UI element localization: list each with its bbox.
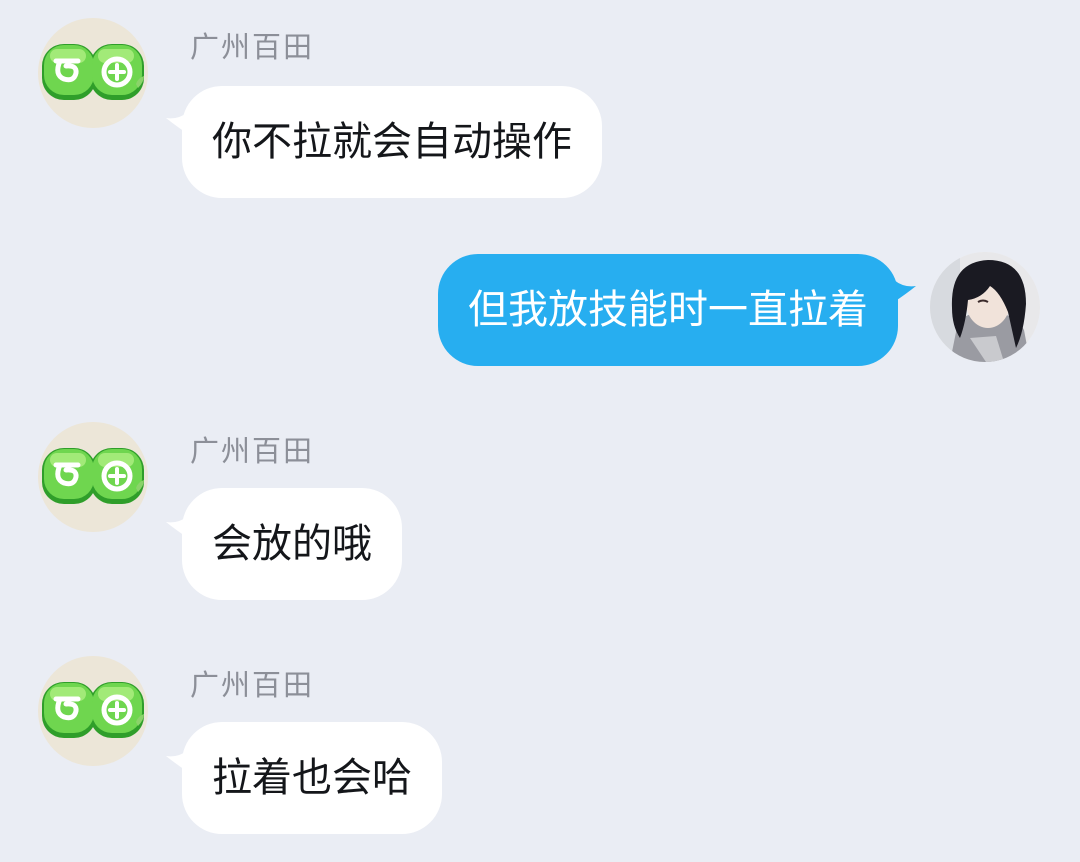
baitian-logo-icon[interactable] <box>38 18 148 128</box>
message-bubble[interactable]: 拉着也会哈 <box>182 722 442 834</box>
bubble-tail <box>894 280 916 302</box>
message-bubble[interactable]: 但我放技能时一直拉着 <box>438 254 898 366</box>
message-bubble[interactable]: 你不拉就会自动操作 <box>182 86 602 198</box>
message-incoming: 广州百田 你不拉就会自动操作 <box>0 0 1080 210</box>
baitian-logo-icon[interactable] <box>38 422 148 532</box>
message-bubble[interactable]: 会放的哦 <box>182 488 402 600</box>
message-outgoing: 但我放技能时一直拉着 <box>0 240 1080 380</box>
message-incoming: 广州百田 会放的哦 <box>0 404 1080 614</box>
message-incoming: 广州百田 拉着也会哈 <box>0 640 1080 850</box>
sender-name: 广州百田 <box>190 434 315 468</box>
user-avatar[interactable] <box>930 252 1040 362</box>
sender-name: 广州百田 <box>190 30 315 64</box>
sender-name: 广州百田 <box>190 668 315 702</box>
baitian-logo-icon[interactable] <box>38 656 148 766</box>
chat-message-list[interactable]: 广州百田 你不拉就会自动操作 但我放技能时一直拉着 广州百田 会放的哦 广州百田… <box>0 0 1080 862</box>
